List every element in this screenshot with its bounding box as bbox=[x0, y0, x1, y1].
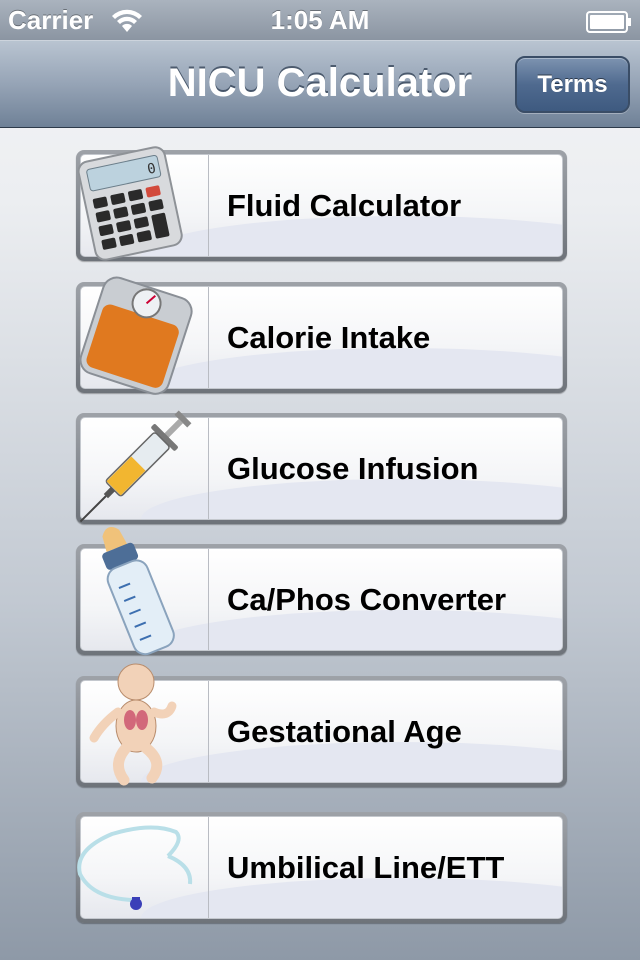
menu-item-calorie-intake[interactable]: Calorie Intake bbox=[76, 276, 567, 395]
menu-item-label: Umbilical Line/ETT bbox=[227, 849, 505, 885]
menu-item-umbilical-line-ett[interactable]: Umbilical Line/ETT bbox=[76, 812, 567, 923]
menu-item-fluid-calculator[interactable]: Fluid Calculator 0 bbox=[76, 146, 567, 261]
baby-bottle-icon bbox=[72, 527, 202, 656]
baby-icon bbox=[72, 663, 202, 788]
battery-icon bbox=[586, 9, 632, 33]
menu-item-label: Ca/Phos Converter bbox=[227, 581, 507, 617]
terms-button[interactable]: Terms bbox=[515, 56, 630, 113]
calculator-menu: Fluid Calculator 0 Calorie Intake Glucos… bbox=[0, 128, 640, 960]
menu-item-ca-phos-converter[interactable]: Ca/Phos Converter bbox=[76, 527, 567, 656]
clock: 1:05 AM bbox=[270, 5, 370, 35]
navigation-bar: NICU Calculator Terms bbox=[0, 40, 640, 128]
syringe-icon bbox=[72, 405, 202, 525]
menu-item-label: Glucose Infusion bbox=[227, 450, 479, 486]
menu-item-label: Gestational Age bbox=[227, 713, 462, 749]
catheter-icon bbox=[72, 804, 202, 924]
menu-item-label: Fluid Calculator bbox=[227, 187, 462, 223]
scale-icon bbox=[72, 274, 202, 395]
menu-item-gestational-age[interactable]: Gestational Age bbox=[76, 663, 567, 787]
calculator-icon: 0 bbox=[72, 142, 202, 262]
menu-item-glucose-infusion[interactable]: Glucose Infusion bbox=[76, 410, 567, 524]
status-bar: Carrier 1:05 AM bbox=[0, 0, 640, 40]
menu-item-label: Calorie Intake bbox=[227, 319, 431, 355]
